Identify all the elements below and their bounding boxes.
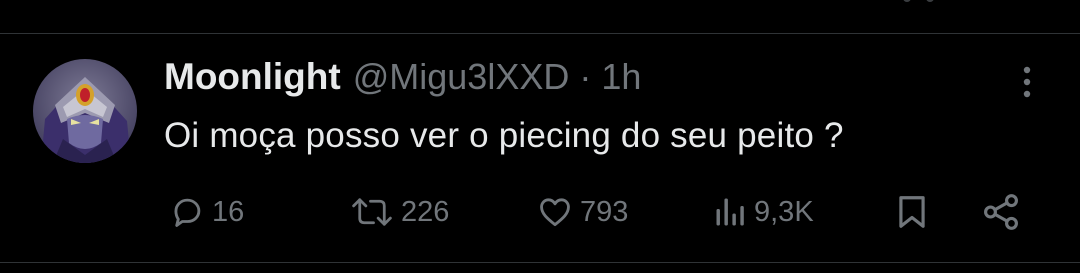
reply-count: 16 (212, 195, 245, 228)
tweet-text: Oi moça posso ver o piecing do seu peito… (164, 116, 844, 155)
heart-icon (536, 193, 574, 231)
like-button[interactable]: 793 (536, 190, 628, 234)
author-handle[interactable]: @Migu3lXXD (353, 56, 570, 98)
views-button[interactable]: 9,3K (712, 190, 814, 234)
reply-icon (168, 193, 206, 231)
share-icon (980, 191, 1022, 233)
action-bar: 16 226 793 9,3K (0, 190, 1080, 234)
like-count: 793 (580, 195, 629, 228)
bookmark-icon (893, 192, 931, 232)
avatar[interactable] (33, 59, 137, 163)
separator: · (579, 56, 592, 97)
divider (0, 262, 1080, 263)
repost-count: 226 (401, 195, 450, 228)
tweet[interactable]: Moonlight @Migu3lXXD · 1h Oi moça posso … (0, 34, 1080, 262)
timestamp[interactable]: 1h (601, 56, 641, 98)
bookmark-button[interactable] (893, 190, 931, 234)
tweet-header: Moonlight @Migu3lXXD · 1h (164, 56, 641, 104)
author-name[interactable]: Moonlight (164, 56, 341, 98)
previous-tweet-edge (0, 0, 1080, 10)
view-count: 9,3K (754, 195, 814, 228)
repost-button[interactable]: 226 (349, 190, 449, 234)
more-icon[interactable] (1016, 64, 1038, 100)
reply-button[interactable]: 16 (168, 190, 244, 234)
share-button[interactable] (980, 190, 1022, 234)
repost-icon (349, 193, 395, 231)
views-icon (712, 194, 748, 230)
